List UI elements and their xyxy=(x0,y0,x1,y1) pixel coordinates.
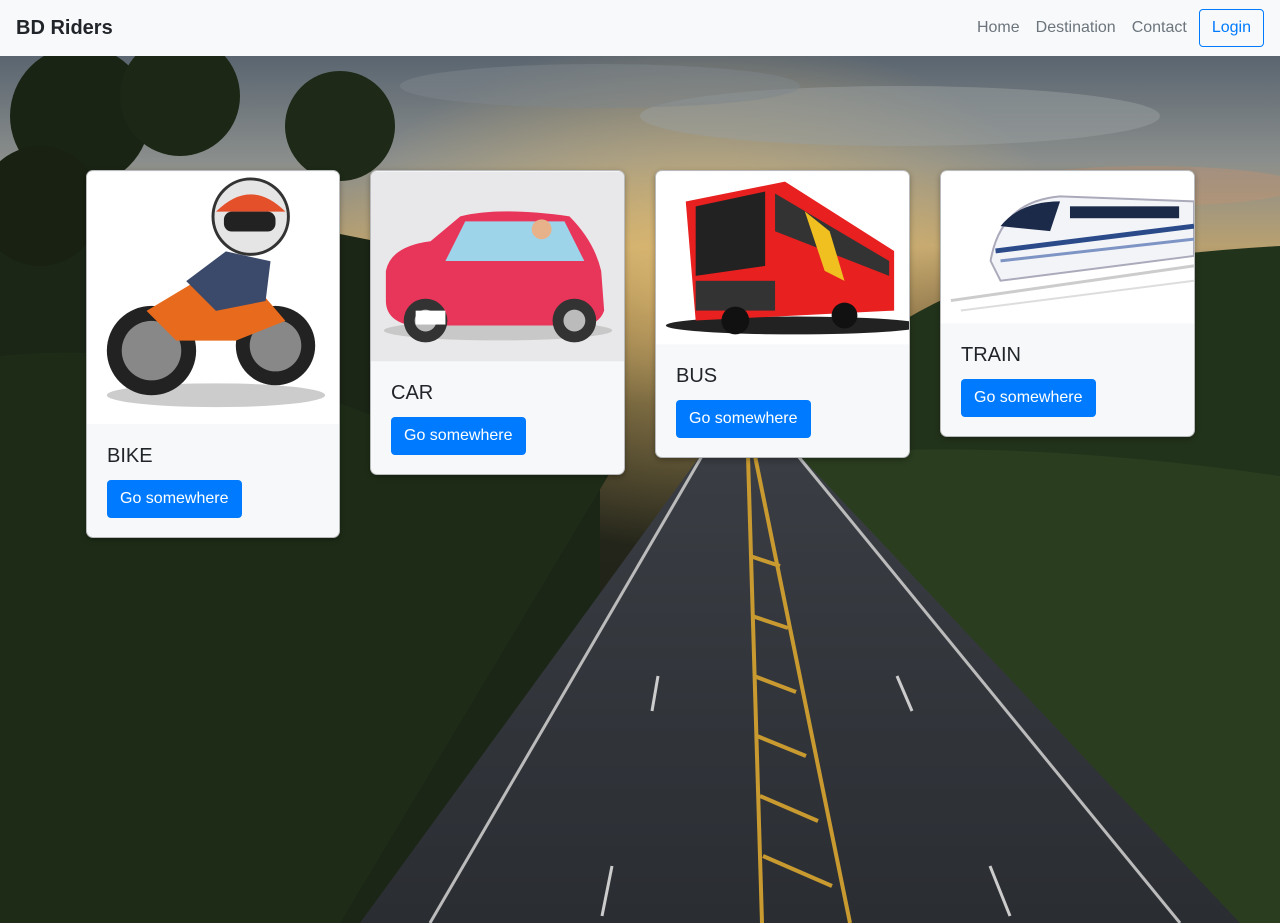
go-somewhere-button-train[interactable]: Go somewhere xyxy=(961,379,1096,417)
car-image xyxy=(371,171,624,362)
nav-destination[interactable]: Destination xyxy=(1036,19,1116,37)
card-title-bike: BIKE xyxy=(107,445,153,467)
navbar: BD Riders Home Destination Contact Login xyxy=(0,0,1280,56)
go-somewhere-button-bike[interactable]: Go somewhere xyxy=(107,480,242,518)
brand-logo[interactable]: BD Riders xyxy=(16,17,113,40)
card-title-bus: BUS xyxy=(676,365,718,387)
card-bus: BUS Go somewhere xyxy=(655,170,910,458)
nav-links: Home Destination Contact Login xyxy=(961,9,1264,47)
hero-background: BIKE Go somewhere CAR Go somewhere BUS G… xyxy=(0,56,1280,923)
motorbike-rider-image xyxy=(87,172,339,424)
train-image xyxy=(941,171,1194,324)
go-somewhere-button-car[interactable]: Go somewhere xyxy=(391,417,526,455)
nav-home[interactable]: Home xyxy=(977,19,1020,37)
go-somewhere-button-bus[interactable]: Go somewhere xyxy=(676,400,811,438)
nav-contact[interactable]: Contact xyxy=(1132,19,1187,37)
bus-image xyxy=(656,171,909,345)
card-bike: BIKE Go somewhere xyxy=(86,170,340,538)
card-car: CAR Go somewhere xyxy=(370,170,625,475)
card-train: TRAIN Go somewhere xyxy=(940,170,1195,437)
card-title-train: TRAIN xyxy=(961,344,1021,366)
card-title-car: CAR xyxy=(391,382,434,404)
login-button[interactable]: Login xyxy=(1198,9,1264,47)
